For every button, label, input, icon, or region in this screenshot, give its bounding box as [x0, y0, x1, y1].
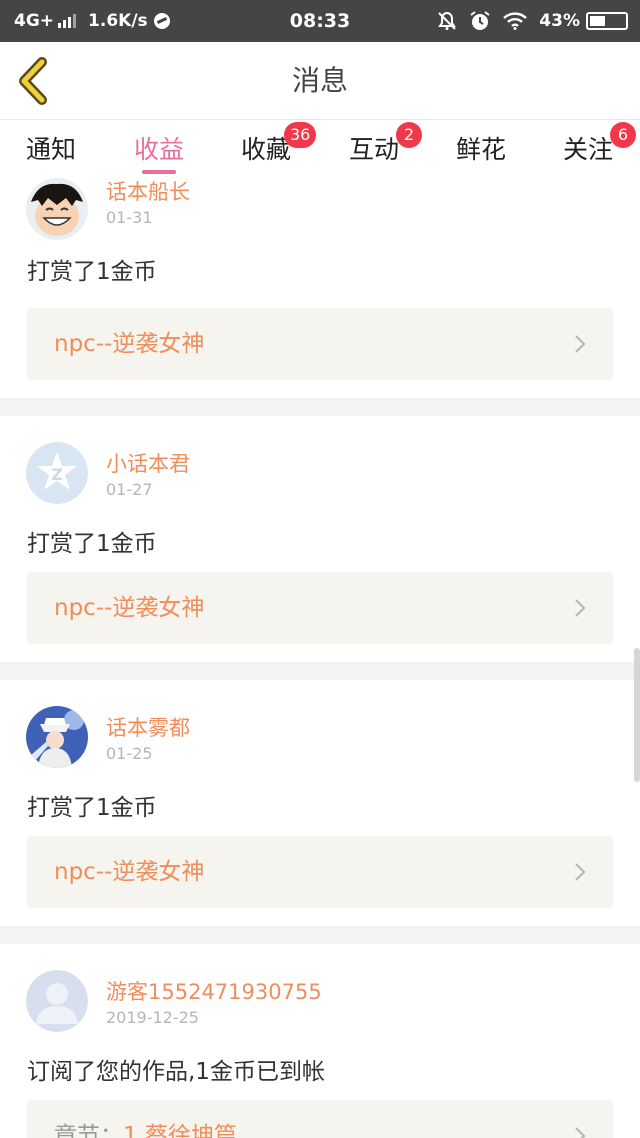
- status-bar: 4G+ 1.6K/s 08:33 43%: [0, 0, 640, 42]
- tab-bar: 通知 收益 收藏 36 互动 2 鲜花 关注 6: [0, 120, 640, 176]
- divider: [0, 926, 640, 944]
- message-list[interactable]: 话本船长 01-31 打赏了1金币 npc--逆袭女神 Z 小话本君 01-27…: [0, 176, 640, 1138]
- chevron-right-icon: [575, 1127, 586, 1138]
- message-text: 打赏了1金币: [27, 531, 157, 557]
- avatar[interactable]: [26, 178, 88, 240]
- username[interactable]: 话本船长: [106, 176, 190, 206]
- work-title: npc--逆袭女神: [54, 859, 205, 885]
- tab-interactions[interactable]: 互动 2: [334, 122, 422, 166]
- message-text: 打赏了1金币: [27, 795, 157, 821]
- message-date: 2019-12-25: [106, 1008, 199, 1027]
- list-item: Z 小话本君 01-27 打赏了1金币 npc--逆袭女神: [0, 416, 640, 662]
- scrollbar[interactable]: [634, 648, 640, 782]
- tab-label: 收藏: [240, 135, 291, 164]
- header: 消息: [0, 42, 640, 120]
- default-user-avatar-icon: [26, 970, 88, 1032]
- work-link[interactable]: 章节：1.蔡徐坤篇: [27, 1100, 613, 1138]
- tab-earnings[interactable]: 收益: [119, 130, 199, 166]
- message-date: 01-31: [106, 208, 153, 227]
- page-title: 消息: [291, 64, 348, 97]
- tab-favorites[interactable]: 收藏 36: [226, 122, 317, 166]
- divider: [0, 398, 640, 416]
- qq-default-avatar-icon: Z: [26, 442, 88, 504]
- status-right: 43%: [437, 0, 628, 42]
- tab-label: 互动: [348, 135, 399, 164]
- work-title: 章节：1.蔡徐坤篇: [54, 1100, 237, 1138]
- anime-character-avatar-icon: [26, 706, 88, 768]
- divider: [0, 662, 640, 680]
- svg-text:Z: Z: [51, 465, 63, 484]
- active-tab-indicator: [142, 170, 176, 174]
- list-item: 游客1552471930755 2019-12-25 订阅了您的作品,1金币已到…: [0, 944, 640, 1138]
- tab-label: 关注: [562, 135, 613, 164]
- work-title: npc--逆袭女神: [54, 595, 205, 621]
- message-date: 01-25: [106, 744, 153, 763]
- avatar[interactable]: [26, 706, 88, 768]
- work-title: npc--逆袭女神: [54, 331, 205, 357]
- work-link[interactable]: npc--逆袭女神: [27, 572, 613, 644]
- tab-flowers[interactable]: 鲜花: [441, 130, 521, 166]
- battery-fill: [590, 16, 605, 26]
- following-count-badge: 6: [610, 122, 636, 148]
- chevron-right-icon: [575, 335, 586, 353]
- tab-following[interactable]: 关注 6: [548, 122, 636, 166]
- mute-bell-icon: [438, 11, 457, 30]
- work-link[interactable]: npc--逆袭女神: [27, 836, 613, 908]
- tab-label: 通知: [25, 135, 76, 164]
- username[interactable]: 游客1552471930755: [106, 976, 322, 1006]
- chapter-label: 章节：: [54, 1123, 123, 1138]
- message-text: 打赏了1金币: [27, 259, 157, 285]
- wifi-icon: [503, 12, 528, 30]
- tab-notifications[interactable]: 通知: [11, 130, 91, 166]
- message-date: 01-27: [106, 480, 153, 499]
- chapter-title: 1.蔡徐坤篇: [123, 1123, 237, 1138]
- chevron-right-icon: [575, 863, 586, 881]
- interactions-count-badge: 2: [396, 122, 422, 148]
- battery-percent: 43%: [539, 11, 580, 31]
- tab-label: 收益: [133, 135, 184, 164]
- list-item: 话本船长 01-31 打赏了1金币 npc--逆袭女神: [0, 176, 640, 398]
- favorites-count-badge: 36: [284, 122, 317, 148]
- list-item: 话本雾都 01-25 打赏了1金币 npc--逆袭女神: [0, 680, 640, 926]
- battery-icon: [586, 12, 628, 30]
- message-text: 订阅了您的作品,1金币已到帐: [27, 1059, 325, 1085]
- avatar[interactable]: [26, 970, 88, 1032]
- avatar[interactable]: Z: [26, 442, 88, 504]
- alarm-icon: [470, 11, 490, 30]
- work-link[interactable]: npc--逆袭女神: [27, 308, 613, 380]
- username[interactable]: 小话本君: [106, 448, 190, 478]
- tab-label: 鲜花: [455, 135, 506, 164]
- chevron-right-icon: [575, 599, 586, 617]
- username[interactable]: 话本雾都: [106, 712, 190, 742]
- luffy-avatar-icon: [26, 178, 88, 240]
